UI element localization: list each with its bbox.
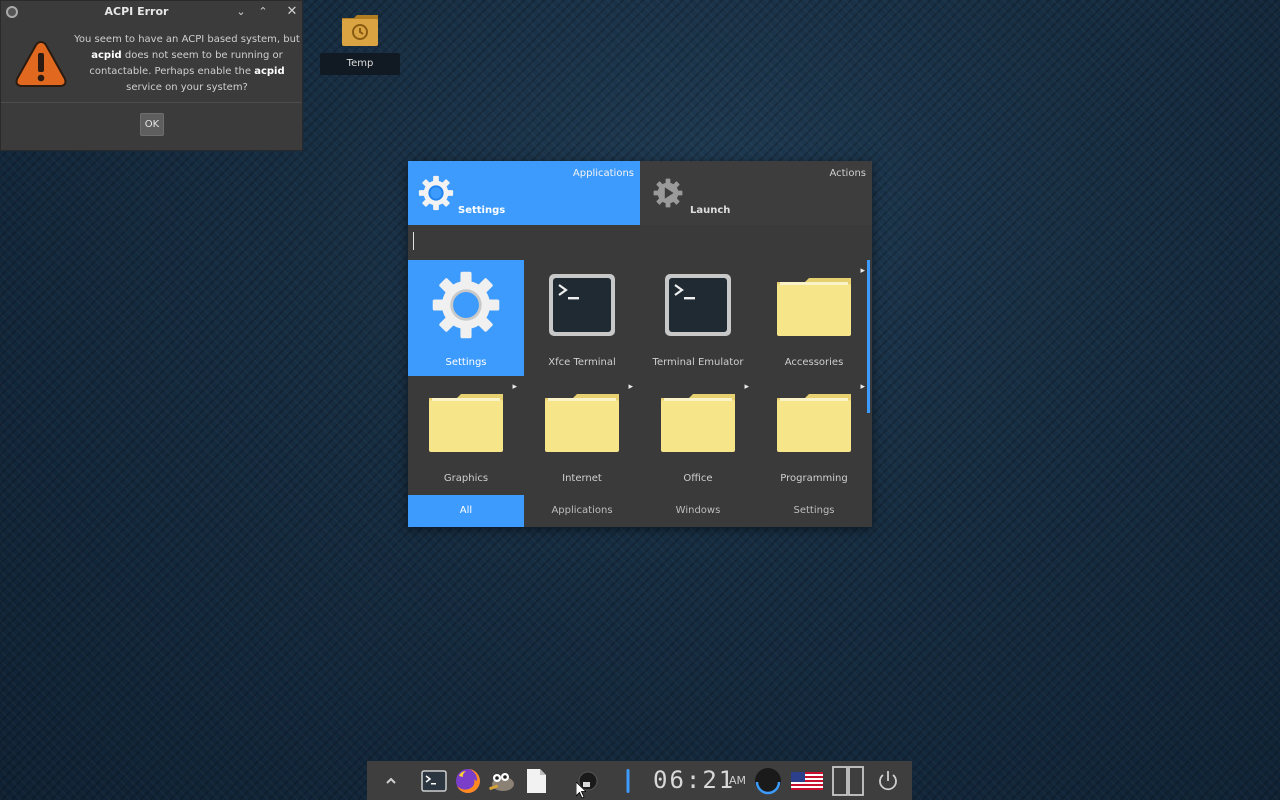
folder-clock-icon <box>342 15 378 46</box>
chevron-up-icon <box>386 777 396 784</box>
app-item-label: Internet <box>562 473 602 484</box>
grid-scrollbar[interactable] <box>867 260 870 413</box>
application-menu: Applications Settings Actions Launch Set… <box>408 161 872 527</box>
firefox-icon <box>456 768 480 793</box>
submenu-arrow-icon: ▸ <box>512 382 517 392</box>
submenu-arrow-icon: ▸ <box>860 382 865 392</box>
panel-clock-ampm: AM <box>729 774 747 787</box>
firefox-launcher[interactable] <box>453 761 483 800</box>
bottom-panel: 06:21 AM <box>367 761 912 800</box>
power-button[interactable] <box>873 761 903 800</box>
text-editor-launcher[interactable] <box>523 761 549 800</box>
filter-bar: All Applications Windows Settings <box>408 495 872 527</box>
dialog-separator <box>1 102 302 103</box>
app-item-label: Xfce Terminal <box>548 357 616 368</box>
app-item-label: Terminal Emulator <box>652 357 744 368</box>
mouse-pointer-icon <box>576 782 586 798</box>
terminal-launcher[interactable] <box>419 761 449 800</box>
settings-gear-icon <box>432 271 500 339</box>
acpi-error-dialog: ACPI Error ⌄ ⌃ ✕ You seem to have an ACP… <box>0 0 303 151</box>
tab-actions[interactable]: Actions Launch <box>640 161 872 225</box>
panel-clock[interactable]: 06:21 <box>653 761 735 800</box>
maximize-button[interactable]: ⌃ <box>255 4 271 20</box>
us-flag-icon <box>791 771 823 790</box>
search-input[interactable] <box>408 225 872 260</box>
folder-icon <box>661 394 735 452</box>
folder-icon <box>777 394 851 452</box>
dialog-titlebar[interactable]: ACPI Error ⌄ ⌃ ✕ <box>1 1 302 23</box>
terminal-icon <box>421 769 447 792</box>
filter-settings[interactable]: Settings <box>756 495 872 527</box>
folder-icon <box>429 394 503 452</box>
app-item-graphics[interactable]: ▸ Graphics <box>408 376 524 492</box>
tab-actions-label: Launch <box>690 205 731 216</box>
workspace-switcher[interactable] <box>829 761 867 800</box>
network-icon <box>755 767 781 794</box>
app-item-label: Programming <box>780 473 848 484</box>
network-button[interactable] <box>751 761 785 800</box>
app-item-terminal-emulator[interactable]: Terminal Emulator <box>640 260 756 376</box>
power-icon <box>879 770 897 790</box>
gimp-icon <box>489 772 514 791</box>
settings-gear-icon <box>418 175 454 211</box>
text-caret <box>413 232 414 250</box>
text-editor-icon <box>527 768 546 793</box>
launch-gear-icon <box>653 178 683 208</box>
app-item-label: Graphics <box>443 473 489 484</box>
submenu-arrow-icon: ▸ <box>860 266 865 276</box>
filter-all[interactable]: All <box>408 495 524 527</box>
tab-applications-label: Settings <box>458 205 506 216</box>
tab-applications[interactable]: Applications Settings <box>408 161 640 225</box>
app-item-label: Office <box>683 473 713 484</box>
app-grid: Settings Xfce Terminal Terminal Emulator <box>408 260 868 492</box>
submenu-arrow-icon: ▸ <box>744 382 749 392</box>
desktop-icon-label: Temp <box>320 53 400 75</box>
keyboard-layout-button[interactable] <box>789 761 825 800</box>
submenu-arrow-icon: ▸ <box>628 382 633 392</box>
ok-button[interactable]: OK <box>140 113 164 136</box>
desktop-icon-temp[interactable]: Temp <box>320 6 400 75</box>
app-item-office[interactable]: ▸ Office <box>640 376 756 492</box>
app-item-internet[interactable]: ▸ Internet <box>524 376 640 492</box>
tab-actions-corner: Actions <box>829 168 866 179</box>
folder-icon <box>545 394 619 452</box>
app-item-accessories[interactable]: ▸ Accessories <box>756 260 872 376</box>
gimp-launcher[interactable] <box>485 761 519 800</box>
dialog-message: You seem to have an ACPI based system, b… <box>74 34 300 93</box>
workspaces-icon <box>832 765 864 796</box>
warning-icon <box>15 40 67 87</box>
volume-icon <box>626 768 630 793</box>
minimize-button[interactable]: ⌄ <box>233 4 249 20</box>
app-item-programming[interactable]: ▸ Programming <box>756 376 872 492</box>
app-item-xfce-terminal[interactable]: Xfce Terminal <box>524 260 640 376</box>
show-hidden-button[interactable] <box>381 761 401 800</box>
filter-applications[interactable]: Applications <box>524 495 640 527</box>
filter-windows[interactable]: Windows <box>640 495 756 527</box>
close-button[interactable]: ✕ <box>284 4 300 20</box>
app-item-label: Settings <box>445 357 487 368</box>
app-item-label: Accessories <box>784 357 844 368</box>
terminal-icon <box>549 274 615 336</box>
tab-applications-corner: Applications <box>572 168 634 179</box>
app-item-settings[interactable]: Settings <box>408 260 524 376</box>
terminal-icon <box>665 274 731 336</box>
volume-button[interactable] <box>619 761 637 800</box>
folder-icon <box>777 278 851 336</box>
